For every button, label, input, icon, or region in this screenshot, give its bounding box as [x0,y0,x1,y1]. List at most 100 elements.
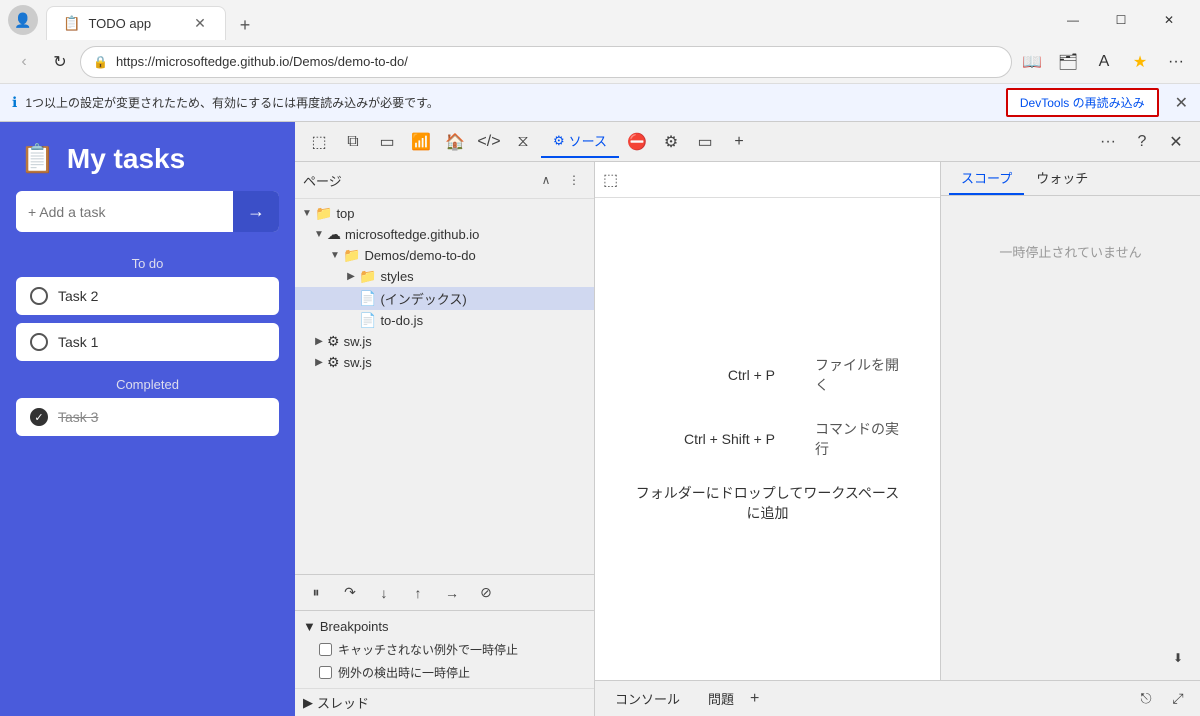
file-tree-more-button[interactable]: ⋮ [562,168,586,192]
browser-tab[interactable]: 📋 TODO app ✕ [46,6,226,40]
home-button[interactable]: 🏠 [439,126,471,158]
shortcut-keys-2: Ctrl + Shift + P [635,431,775,447]
collections-button[interactable]: 🗂 [1052,46,1084,78]
editor-top-icon-bar: ⬚ [595,162,940,198]
shortcut-desc-1: ファイルを開く [815,355,900,395]
add-panel-button[interactable]: + [723,126,755,158]
breakpoint-label-2: 例外の検出時に一時停止 [338,664,470,681]
debugger-controls: ⏸ ↷ ↓ ↑ → ⊘ [295,575,594,611]
file-tree-collapse-button[interactable]: ∧ [534,168,558,192]
add-task-input[interactable] [16,194,233,230]
tab-close-button[interactable]: ✕ [191,15,209,33]
bottom-right-controls: ⎋ ⤢ [1132,685,1192,713]
completed-task-checkbox[interactable]: ✓ [30,408,48,426]
detach-button[interactable]: ⎋ [1132,685,1160,713]
pause-button[interactable]: ⏸ [303,580,329,606]
dock-right-button[interactable]: ⬇ [1164,644,1192,672]
tree-node-origin[interactable]: ▼ ☁ microsoftedge.github.io [295,224,594,245]
new-tab-button[interactable]: + [230,10,260,40]
add-task-submit-button[interactable]: → [233,191,279,232]
task-item[interactable]: Task 1 [16,323,279,361]
url-bar[interactable]: 🔒 https://microsoftedge.github.io/Demos/… [80,46,1012,78]
file-tree-controls: ∧ ⋮ [534,168,586,192]
network-button[interactable]: ⧖ [507,126,539,158]
task-checkbox[interactable] [30,287,48,305]
tree-node-top[interactable]: ▼ 📁 top [295,203,594,224]
settings-button[interactable]: ⚙ [655,126,687,158]
breakpoint-checkbox-2[interactable] [319,666,332,679]
performance-button[interactable]: ⛔ [621,126,653,158]
translate-button[interactable]: A [1088,46,1120,78]
scope-tab[interactable]: スコープ [949,162,1024,195]
breakpoints-section: ▼ Breakpoints キャッチされない例外で一時停止 例外の検出時に一時停… [295,611,594,688]
tree-node-index[interactable]: 📄 (インデックス) [295,287,594,310]
refresh-button[interactable]: ↻ [44,46,76,78]
more-button[interactable]: ··· [1160,46,1192,78]
threads-arrow: ▶ [303,695,313,711]
worker-icon: ⚙ [327,333,340,350]
minimize-button[interactable]: — [1050,4,1096,36]
tab-favicon: 📋 [63,15,80,32]
help-button[interactable]: ? [1126,126,1158,158]
browser-frame: 👤 📋 TODO app ✕ + — ☐ ✕ ‹ ↻ 🔒 https://mic… [0,0,1200,716]
tree-arrow: ▶ [311,336,327,347]
expand-button[interactable]: ⤢ [1164,685,1192,713]
console-tab[interactable]: コンソール [603,685,692,712]
task-label: Task 2 [58,288,98,304]
tree-label: styles [380,269,413,284]
shortcut-desc-2: コマンドの実行 [815,419,900,459]
tree-label: top [336,206,354,221]
profile-icon[interactable]: 👤 [8,5,38,35]
reader-button[interactable]: 📖 [1016,46,1048,78]
tree-node-styles[interactable]: ▶ 📁 styles [295,266,594,287]
todo-task-list: Task 2 Task 1 [0,277,295,361]
wifi-button[interactable]: 📶 [405,126,437,158]
deactivate-breakpoints-button[interactable]: ⊘ [473,580,499,606]
step-over-button[interactable]: ↷ [337,580,363,606]
right-scope-panel: スコープ ウォッチ 一時停止されていません ⬇ [940,162,1200,680]
threads-section[interactable]: ▶ スレッド [295,688,594,716]
tree-label: Demos/demo-to-do [364,248,475,263]
close-button[interactable]: ✕ [1146,4,1192,36]
completed-task-list: ✓ Task 3 [0,398,295,436]
center-right: ⬚ Ctrl + P ファイルを開く Ctrl + Shift + P [595,162,1200,716]
watch-tab[interactable]: ウォッチ [1024,162,1100,195]
issues-tab[interactable]: 問題 [696,685,746,712]
todo-header: 📋 My tasks [0,122,295,191]
tree-node-demos[interactable]: ▼ 📁 Demos/demo-to-do [295,245,594,266]
tree-node-sw1[interactable]: ▶ ⚙ sw.js [295,331,594,352]
editor-center-area: Ctrl + P ファイルを開く Ctrl + Shift + P コマンドの実… [595,198,940,680]
sources-tab[interactable]: ⚙ ソース [541,126,619,158]
add-tab-button[interactable]: + [750,690,759,708]
elements-button[interactable]: </> [473,126,505,158]
maximize-button[interactable]: ☐ [1098,4,1144,36]
inspect-element-button[interactable]: ⬚ [303,126,335,158]
device-emulation-button[interactable]: ⧉ [337,126,369,158]
back-button[interactable]: ‹ [8,46,40,78]
close-devtools-button[interactable]: ✕ [1160,126,1192,158]
file-tree-header: ページ ∧ ⋮ [295,162,594,199]
sources-icon: ⚙ [553,133,565,149]
devtools-reload-button[interactable]: DevTools の再読み込み [1006,88,1159,117]
step-button[interactable]: → [439,580,465,606]
application-button[interactable]: ▭ [689,126,721,158]
back-to-editor-icon[interactable]: ⬚ [603,170,618,190]
step-out-button[interactable]: ↑ [405,580,431,606]
devtools-panel: ⬚ ⧉ ▭ 📶 🏠 </> ⧖ ⚙ ソース ⛔ ⚙ ▭ + ··· ? ✕ [295,122,1200,716]
breakpoints-header[interactable]: ▼ Breakpoints [295,615,594,638]
tree-node-todo-js[interactable]: 📄 to-do.js [295,310,594,331]
more-tools-button[interactable]: ··· [1092,126,1124,158]
center-right-top: ⬚ Ctrl + P ファイルを開く Ctrl + Shift + P [595,162,1200,680]
completed-task-item[interactable]: ✓ Task 3 [16,398,279,436]
breakpoint-checkbox-1[interactable] [319,643,332,656]
tree-node-sw2[interactable]: ▶ ⚙ sw.js [295,352,594,373]
task-item[interactable]: Task 2 [16,277,279,315]
todo-title: My tasks [67,143,185,175]
file-tree-title: ページ [303,171,342,190]
notification-close-button[interactable]: ✕ [1175,93,1188,113]
screen-capture-button[interactable]: ▭ [371,126,403,158]
todo-panel: 📋 My tasks → To do Task 2 Task 1 Complet [0,122,295,716]
step-into-button[interactable]: ↓ [371,580,397,606]
favorites-button[interactable]: ★ [1124,46,1156,78]
task-checkbox[interactable] [30,333,48,351]
